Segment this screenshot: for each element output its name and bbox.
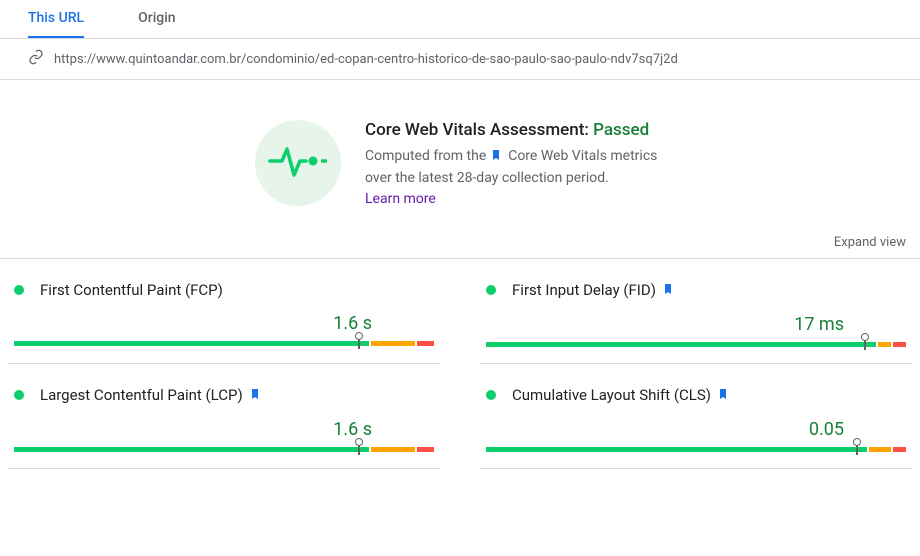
- expand-row: Expand view: [0, 227, 920, 259]
- bookmark-icon: [249, 386, 261, 405]
- link-icon: [28, 49, 44, 69]
- tabs: This URL Origin: [0, 0, 920, 39]
- url-text: https://www.quintoandar.com.br/condomini…: [54, 52, 678, 67]
- metric-name: Largest Contentful Paint (LCP): [40, 386, 243, 404]
- assessment-title: Core Web Vitals Assessment: Passed: [365, 120, 665, 140]
- metric-header: Cumulative Layout Shift (CLS): [486, 386, 906, 405]
- learn-more-link[interactable]: Learn more: [365, 191, 665, 207]
- bookmark-icon: [490, 148, 502, 168]
- metric-name: Cumulative Layout Shift (CLS): [512, 386, 711, 404]
- metric-fid: First Input Delay (FID) 17 ms: [480, 259, 912, 364]
- status-dot-good: [14, 390, 24, 400]
- metric-value: 0.05: [486, 419, 906, 440]
- assessment-row: Core Web Vitals Assessment: Passed Compu…: [0, 80, 920, 227]
- metric-lcp: Largest Contentful Paint (LCP) 1.6 s: [8, 364, 440, 469]
- metric-bar: [14, 338, 434, 348]
- assessment-status: Passed: [593, 120, 649, 140]
- metric-value: 1.6 s: [14, 419, 434, 440]
- metric-bar: [14, 444, 434, 454]
- metric-name: First Contentful Paint (FCP): [40, 281, 223, 299]
- bookmark-icon: [662, 281, 674, 300]
- tab-this-url[interactable]: This URL: [28, 0, 84, 38]
- metric-value: 17 ms: [486, 314, 906, 335]
- status-dot-good: [14, 285, 24, 295]
- metric-bar: [486, 444, 906, 454]
- assessment-desc: Computed from the Core Web Vitals metric…: [365, 146, 665, 189]
- metric-value: 1.6 s: [14, 313, 434, 334]
- metric-name: First Input Delay (FID): [512, 281, 656, 299]
- tab-origin[interactable]: Origin: [138, 0, 175, 38]
- pulse-badge: [255, 120, 341, 206]
- assessment-text: Core Web Vitals Assessment: Passed Compu…: [365, 120, 665, 207]
- expand-view-button[interactable]: Expand view: [834, 235, 906, 250]
- url-row: https://www.quintoandar.com.br/condomini…: [0, 39, 920, 80]
- status-dot-good: [486, 285, 496, 295]
- metric-bar: [486, 339, 906, 349]
- metrics-grid: First Contentful Paint (FCP) 1.6 s First…: [0, 259, 920, 469]
- status-dot-good: [486, 390, 496, 400]
- metric-header: First Contentful Paint (FCP): [14, 281, 434, 299]
- metric-header: Largest Contentful Paint (LCP): [14, 386, 434, 405]
- pulse-icon: [266, 141, 330, 185]
- metric-fcp: First Contentful Paint (FCP) 1.6 s: [8, 259, 440, 364]
- bookmark-icon: [717, 386, 729, 405]
- metric-cls: Cumulative Layout Shift (CLS) 0.05: [480, 364, 912, 469]
- metric-header: First Input Delay (FID): [486, 281, 906, 300]
